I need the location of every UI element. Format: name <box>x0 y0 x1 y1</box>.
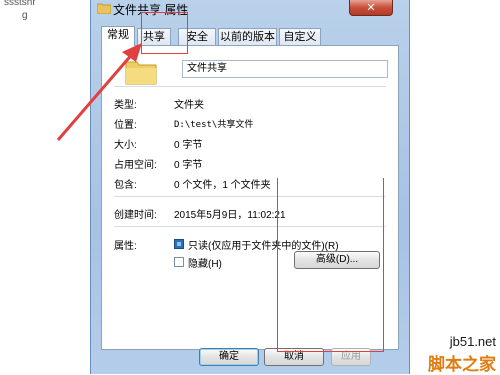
watermark-brand: 脚本之家 <box>428 355 496 374</box>
watermark-url: jb51.net <box>449 334 496 349</box>
annotation-arrow <box>56 43 142 141</box>
tab-general[interactable]: 常规 <box>101 26 135 46</box>
